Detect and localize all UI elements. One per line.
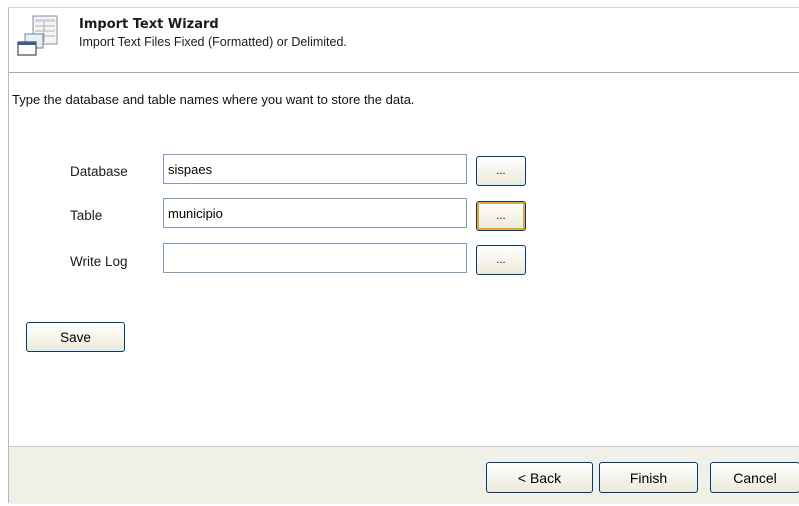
instruction-text: Type the database and table names where … xyxy=(12,92,415,107)
database-browse-button[interactable]: ... xyxy=(476,156,526,186)
write-log-browse-button[interactable]: ... xyxy=(476,245,526,275)
table-field[interactable] xyxy=(163,198,467,228)
write-log-field[interactable] xyxy=(163,243,467,273)
wizard-header: Import Text Wizard Import Text Files Fix… xyxy=(9,8,799,73)
database-field[interactable] xyxy=(163,154,467,184)
table-label: Table xyxy=(70,208,103,223)
save-button[interactable]: Save xyxy=(26,322,125,352)
write-log-label: Write Log xyxy=(70,254,128,269)
table-browse-button[interactable]: ... xyxy=(476,201,526,231)
wizard-footer: < Back Finish Cancel xyxy=(9,446,799,504)
import-wizard-window: Import Text Wizard Import Text Files Fix… xyxy=(8,7,799,504)
import-table-wizard-icon xyxy=(17,15,58,56)
database-label: Database xyxy=(70,164,128,179)
finish-button[interactable]: Finish xyxy=(599,462,698,493)
wizard-title: Import Text Wizard xyxy=(79,17,219,32)
wizard-subtitle: Import Text Files Fixed (Formatted) or D… xyxy=(79,35,347,49)
cancel-button[interactable]: Cancel xyxy=(710,462,799,493)
back-button[interactable]: < Back xyxy=(486,462,593,493)
